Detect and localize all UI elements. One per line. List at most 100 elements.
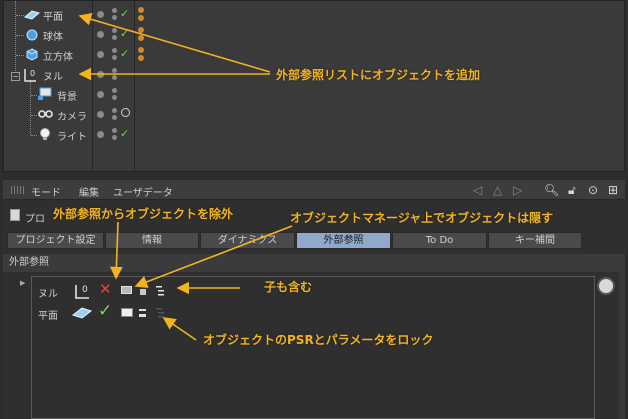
object-name[interactable]: 背景 [57, 88, 77, 103]
camera-icon [38, 110, 53, 118]
render-dot[interactable] [112, 115, 117, 120]
object-name[interactable]: 平面 [43, 8, 63, 23]
section-header-xref: 外部参照 [3, 254, 625, 272]
object-row-camera[interactable]: カメラ [4, 105, 624, 125]
up-arrow-icon[interactable]: △ [493, 183, 502, 197]
enabled-check-icon[interactable]: ✓ [120, 8, 129, 19]
object-title: プロ [25, 214, 45, 225]
object-name[interactable]: カメラ [57, 108, 87, 123]
tree-line [31, 135, 37, 136]
remove-x-icon[interactable]: ✕ [99, 282, 112, 297]
tab-key-interpolation[interactable]: キー補間 [488, 232, 582, 249]
scrollbar[interactable] [619, 272, 625, 419]
camera-tag-icon[interactable] [121, 108, 130, 117]
render-dot[interactable] [112, 75, 117, 80]
include-children-icon[interactable] [156, 308, 166, 318]
forward-arrow-icon[interactable]: ▷ [513, 183, 522, 197]
tree-line [31, 115, 37, 116]
tree-line [16, 15, 24, 16]
material-tag-icon[interactable] [138, 15, 144, 21]
tab-dynamics[interactable]: ダイナミクス [200, 232, 295, 249]
menu-edit[interactable]: 編集 [79, 184, 99, 199]
xref-name: ヌル [38, 289, 58, 300]
settings-icon[interactable]: ⊙ [588, 183, 598, 197]
xref-row-null[interactable]: ヌル 0 ✕ [32, 281, 594, 301]
light-icon [40, 128, 50, 140]
tab-xref[interactable]: 外部参照 [296, 232, 391, 249]
lock-icon[interactable]: 🔓︎ [568, 183, 576, 198]
expand-arrow-icon[interactable]: ▶ [20, 279, 25, 287]
render-dot[interactable] [112, 95, 117, 100]
tree-line [16, 35, 24, 36]
grip-handle[interactable] [11, 186, 25, 194]
render-dot[interactable] [112, 135, 117, 140]
hide-in-manager-icon[interactable] [121, 286, 132, 294]
object-name[interactable]: 立方体 [43, 48, 73, 63]
visibility-dot[interactable] [97, 51, 104, 58]
sphere-icon [26, 29, 38, 41]
visibility-dot[interactable] [97, 71, 104, 78]
render-dot[interactable] [112, 55, 117, 60]
render-dot[interactable] [112, 35, 117, 40]
render-dot[interactable] [112, 8, 117, 13]
visibility-dot[interactable] [97, 91, 104, 98]
render-dot[interactable] [112, 128, 117, 133]
visibility-dot[interactable] [97, 31, 104, 38]
tree-line [31, 95, 37, 96]
render-dot[interactable] [112, 48, 117, 53]
back-arrow-icon[interactable]: ◁ [473, 183, 482, 197]
null-icon: 0 [24, 69, 36, 82]
object-row-cube[interactable]: 立方体 ✓ [4, 45, 624, 65]
collapse-toggle[interactable]: − [11, 72, 20, 81]
material-tag-icon[interactable] [138, 47, 144, 53]
lock-icon[interactable] [139, 309, 146, 317]
render-dot[interactable] [112, 28, 117, 33]
material-tag-icon[interactable] [138, 7, 144, 13]
object-manager: 平面 ✓ 球体 ✓ 立方体 ✓ − 0 ヌル 背景 カメラ ライト ✓ [3, 0, 625, 172]
hide-in-manager-icon[interactable] [121, 308, 133, 317]
object-row-light[interactable]: ライト ✓ [4, 125, 624, 145]
null-icon: 0 [75, 285, 89, 299]
material-tag-icon[interactable] [138, 27, 144, 33]
object-row-plane[interactable]: 平面 ✓ [4, 5, 624, 25]
visibility-dot[interactable] [97, 11, 104, 18]
object-name[interactable]: ライト [57, 128, 87, 143]
visibility-dot[interactable] [97, 111, 104, 118]
new-panel-icon[interactable]: ⊞ [608, 183, 618, 197]
enabled-check-icon[interactable]: ✓ [120, 48, 129, 59]
menu-mode[interactable]: モード [31, 184, 61, 199]
material-tag-icon[interactable] [138, 35, 144, 41]
search-icon[interactable]: 🔍︎ [544, 183, 559, 197]
background-icon [38, 87, 52, 100]
tab-todo[interactable]: To Do [392, 232, 487, 249]
plane-icon [24, 10, 40, 20]
menu-bar: モード 編集 ユーザデータ ◁ △ ▷ 🔍︎ 🔓︎ ⊙ ⊞ [3, 180, 625, 200]
render-dot[interactable] [112, 15, 117, 20]
xref-row-plane[interactable]: 平面 ✓ [32, 303, 594, 323]
render-dot[interactable] [112, 108, 117, 113]
project-icon [10, 209, 20, 221]
object-name[interactable]: 球体 [43, 28, 63, 43]
pick-object-button[interactable] [597, 277, 615, 295]
annotation-children: 子も含む [264, 280, 313, 294]
object-row-sphere[interactable]: 球体 ✓ [4, 25, 624, 45]
annotation-add: 外部参照リストにオブジェクトを追加 [276, 68, 481, 82]
annotation-hide: オブジェクトマネージャ上でオブジェクトは隠す [290, 211, 554, 225]
visibility-dot[interactable] [97, 131, 104, 138]
menu-user-data[interactable]: ユーザデータ [113, 184, 173, 199]
object-row-background[interactable]: 背景 [4, 85, 624, 105]
annotation-remove: 外部参照からオブジェクトを除外 [53, 207, 234, 221]
render-dot[interactable] [112, 68, 117, 73]
plane-icon [72, 307, 92, 319]
include-children-icon[interactable] [156, 286, 166, 296]
enabled-check-icon[interactable]: ✓ [98, 303, 112, 320]
tree-line [16, 55, 24, 56]
tab-project-settings[interactable]: プロジェクト設定 [7, 232, 104, 249]
enabled-check-icon[interactable]: ✓ [120, 128, 129, 139]
lock-icon[interactable] [140, 289, 146, 295]
material-tag-icon[interactable] [138, 55, 144, 61]
enabled-check-icon[interactable]: ✓ [120, 28, 129, 39]
render-dot[interactable] [112, 88, 117, 93]
tab-info[interactable]: 情報 [105, 232, 199, 249]
object-name[interactable]: ヌル [43, 68, 63, 83]
